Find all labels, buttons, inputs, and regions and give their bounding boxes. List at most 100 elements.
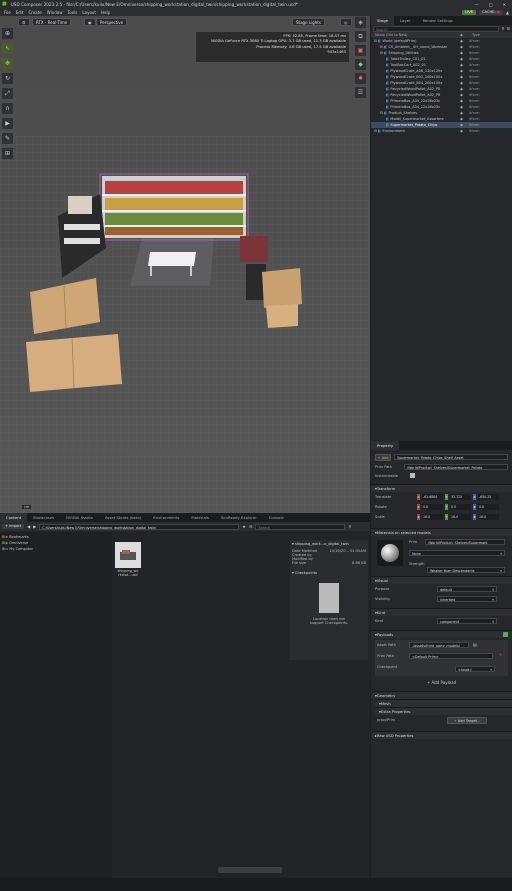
notification-icon[interactable]: ▲ <box>506 10 509 15</box>
translate-y[interactable]: 33.725 <box>450 494 471 500</box>
rotate-x[interactable]: 0.0 <box>422 504 443 510</box>
menu-help[interactable]: Help <box>101 10 110 15</box>
asset-path-field[interactable]: ./assets/third_party_models/ <box>409 642 469 648</box>
menu-layout[interactable]: Layout <box>82 10 96 15</box>
tab-showcases[interactable]: Showcases <box>27 513 60 522</box>
content-search-input[interactable]: Search <box>255 523 346 530</box>
prim-name-field[interactable]: Supermarket_Potato_Chips_Shelf_Asset <box>394 454 508 460</box>
forward-icon[interactable]: ▶ <box>33 524 36 529</box>
kind-section[interactable]: ▾ Kind <box>371 608 512 616</box>
menu-tools[interactable]: Tools <box>68 10 78 15</box>
tab-simready[interactable]: SimReady Explorer <box>215 513 263 522</box>
play-icon[interactable]: ▶ <box>2 118 13 129</box>
path-field[interactable]: C:/Users/kuilu/New E/Omniverse/shipping_… <box>39 523 240 530</box>
tab-layer[interactable]: Layer <box>394 16 417 25</box>
menu-window[interactable]: Window <box>47 10 63 15</box>
materials-section[interactable]: ▾ Materials on selected models <box>371 528 512 536</box>
settings-icon[interactable]: ⚙ <box>18 18 30 26</box>
scale-icon[interactable]: ⤢ <box>2 88 13 99</box>
back-icon[interactable]: ◀ <box>27 524 30 529</box>
translate-z[interactable]: -650.25 <box>478 494 499 500</box>
material-select[interactable]: None <box>409 550 505 557</box>
camera-icon[interactable]: ◉ <box>84 18 96 26</box>
strength-select[interactable]: Weaker than Descendants <box>427 567 505 574</box>
col-name[interactable]: Name (Old to New) <box>375 33 460 37</box>
mesh-section[interactable]: ▾ Mesh <box>375 699 512 707</box>
viewport-scene[interactable] <box>0 16 370 513</box>
stage-lights-button[interactable]: Stage Lights <box>292 18 325 26</box>
remove-payload-icon[interactable]: ✕ <box>499 652 502 657</box>
scale-x[interactable]: 16.0 <box>422 514 443 520</box>
kind-select[interactable]: component <box>437 618 497 625</box>
light-bulb-icon[interactable]: ◎ <box>340 18 352 26</box>
live-badge[interactable]: LIVE <box>462 9 477 15</box>
grid-icon[interactable]: ☰ <box>355 87 366 98</box>
scale-y[interactable]: 16.0 <box>450 514 471 520</box>
menu-file[interactable]: File <box>4 10 11 15</box>
rotate-z[interactable]: 0.0 <box>478 504 499 510</box>
maximize-icon[interactable]: □ <box>489 2 493 7</box>
box-icon[interactable]: ▣ <box>355 45 366 56</box>
geometry-section[interactable]: ▾ Geometry <box>371 691 512 699</box>
snap-icon[interactable]: ∩ <box>2 103 13 114</box>
tab-render-settings[interactable]: Render Settings <box>417 16 459 25</box>
stage-search-input[interactable]: Search <box>373 25 500 32</box>
crate-left-lower[interactable] <box>26 334 122 392</box>
payloads-section[interactable]: ▾ Payloads <box>371 630 512 638</box>
visibility-select[interactable]: inherited <box>437 596 497 603</box>
file-item[interactable]: shipping_wo rkstat...usd <box>115 542 141 577</box>
pointer-icon[interactable]: ↖ <box>2 43 13 54</box>
menu-create[interactable]: Create <box>28 10 41 15</box>
import-button[interactable]: + Import <box>2 524 25 529</box>
scale-z[interactable]: 16.0 <box>478 514 499 520</box>
supermarket-shelf[interactable] <box>99 173 249 241</box>
list-view-icon[interactable]: ☰ <box>249 524 253 529</box>
filter-icon[interactable]: ⚲ <box>348 524 351 529</box>
prim-path-field[interactable]: /World/Product_Shelves/Supermarket_Potat… <box>404 463 508 470</box>
add-button[interactable]: + Add <box>375 453 391 461</box>
tab-asset-stores[interactable]: Asset Stores (beta) <box>99 513 147 522</box>
material-prim-field[interactable]: /World/Product_Shelves/Supermark <box>425 539 505 545</box>
camera-button[interactable]: Perspective <box>96 18 128 26</box>
tab-stage[interactable]: Stage <box>371 16 394 25</box>
tab-property[interactable]: Property <box>371 441 400 450</box>
instanceable-checkbox[interactable] <box>410 473 415 478</box>
select-mode-icon[interactable]: ⊕ <box>2 28 13 39</box>
layers-icon[interactable]: ⧉ <box>355 31 366 42</box>
stage-row[interactable]: ⊟ ◧ Environment ◉ Xform <box>371 128 512 134</box>
purpose-select[interactable]: default <box>437 586 497 593</box>
close-icon[interactable]: ✕ <box>502 2 506 7</box>
add-payload-button[interactable]: + Add Payload <box>427 680 456 685</box>
filter-icon[interactable]: ⚲ <box>501 26 504 31</box>
rotate-y[interactable]: 0.0 <box>450 504 471 510</box>
raw-usd-section[interactable]: ▸ Raw USD Properties <box>371 731 512 739</box>
move-icon[interactable]: ✥ <box>2 58 13 69</box>
visual-section[interactable]: ▾ Visual <box>371 576 512 584</box>
transform-section[interactable]: ▾ Transform <box>371 484 512 492</box>
nav-cube-icon[interactable]: ◈ <box>355 17 366 28</box>
options-icon[interactable]: ☰ <box>506 26 510 31</box>
measure-icon[interactable]: ⊞ <box>2 148 13 159</box>
add-target-button[interactable]: + Add Target... <box>447 716 487 724</box>
tab-materials[interactable]: Materials <box>185 513 214 522</box>
payload-prim-field[interactable]: <Default Prim> <box>409 653 493 659</box>
col-type[interactable]: Type <box>472 33 480 37</box>
tree-my-computer[interactable]: ⊞ ▭ My Computer <box>2 546 110 552</box>
payload-checkbox[interactable] <box>503 632 508 637</box>
extra-section[interactable]: ▾ Extra Properties <box>375 707 512 715</box>
visibility-eye-icon[interactable]: ◉ <box>460 128 463 134</box>
rotate-icon[interactable]: ↻ <box>2 73 13 84</box>
render-mode-button[interactable]: RTX - Real-Time <box>32 18 72 26</box>
paint-icon[interactable]: ✎ <box>2 133 13 144</box>
tab-environments[interactable]: Environments <box>147 513 185 522</box>
tab-console[interactable]: Console <box>263 513 290 522</box>
gear-icon[interactable]: ✹ <box>355 73 366 84</box>
checkpoint-select[interactable]: <head> <box>455 666 495 673</box>
materials-icon[interactable]: ◆ <box>355 59 366 70</box>
horizontal-scrollbar[interactable] <box>218 867 282 873</box>
viewport[interactable]: RTX - Real-Time Perspective Stage Lights… <box>0 16 370 513</box>
folder-icon[interactable]: ▤ <box>473 642 477 647</box>
minimize-icon[interactable]: — <box>474 2 478 7</box>
menu-edit[interactable]: Edit <box>16 10 24 15</box>
cache-badge[interactable]: CACHE: ● <box>479 9 503 15</box>
